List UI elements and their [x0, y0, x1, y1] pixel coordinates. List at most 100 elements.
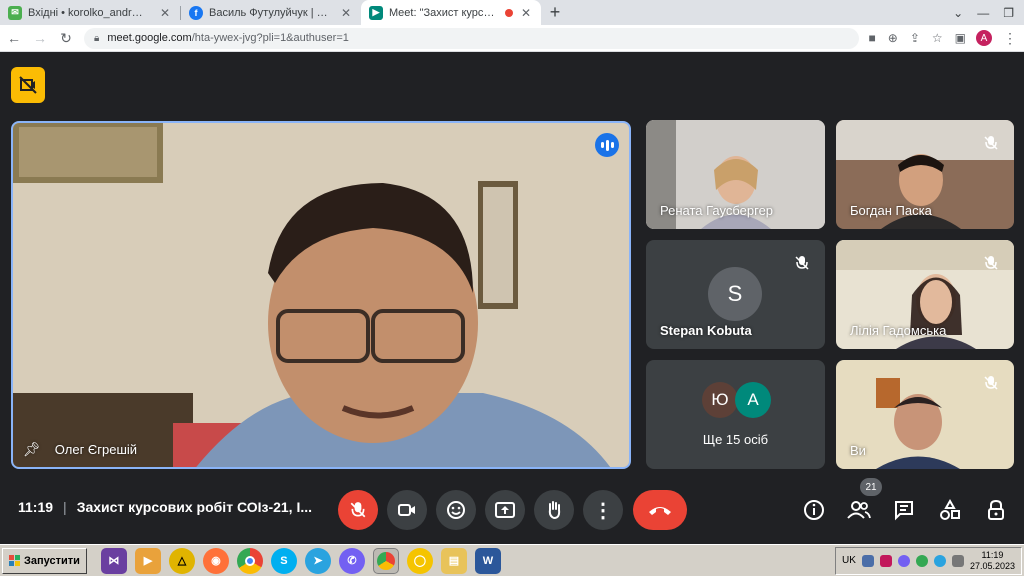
- shapes-icon: [940, 499, 960, 520]
- yellow-app-icon[interactable]: ◯: [406, 547, 433, 574]
- mic-off-icon: [978, 130, 1004, 156]
- people-button[interactable]: [847, 498, 871, 522]
- info-icon: [804, 500, 824, 520]
- os-taskbar: Запустити ⋈ ▶ △ ◉ S ➤ ✆ ◯ ▤ W UK 11:19 2…: [0, 544, 1024, 576]
- tab-facebook[interactable]: f Василь Футулуйчук | Facebook ✕: [181, 0, 361, 25]
- profile-avatar[interactable]: A: [976, 30, 992, 46]
- camera-toggle-button[interactable]: [387, 490, 427, 530]
- firefox-icon[interactable]: ◉: [202, 547, 229, 574]
- tab-mail[interactable]: ✉ Вхідні • korolko_andr@ukr.net ✕: [0, 0, 180, 25]
- bookmark-star-icon[interactable]: ☆: [932, 31, 943, 45]
- share-icon[interactable]: ⇪: [910, 31, 920, 45]
- archicad-icon[interactable]: △: [168, 547, 195, 574]
- pin-icon[interactable]: 📌︎: [23, 441, 41, 458]
- mic-off-icon: [350, 502, 366, 518]
- tab-search-icon[interactable]: ⌄: [953, 6, 963, 20]
- facebook-icon: f: [189, 5, 203, 20]
- tray-telegram-icon[interactable]: [933, 554, 946, 567]
- close-icon[interactable]: ✕: [339, 6, 353, 20]
- new-tab-button[interactable]: +: [541, 0, 569, 25]
- restore-icon[interactable]: ❐: [1003, 6, 1014, 20]
- back-icon[interactable]: ←: [6, 30, 22, 46]
- lock-person-icon: [988, 499, 1004, 520]
- visual-studio-icon[interactable]: ⋈: [100, 547, 127, 574]
- tray-app-icon[interactable]: [861, 554, 874, 567]
- minimize-icon[interactable]: —: [977, 6, 989, 20]
- zoom-icon[interactable]: ⊕: [888, 31, 898, 45]
- activities-button[interactable]: [938, 498, 962, 522]
- close-icon[interactable]: ✕: [158, 6, 172, 20]
- url-path: /hta-ywex-jvg?pli=1&authuser=1: [191, 32, 349, 44]
- camera-icon[interactable]: ■: [869, 31, 876, 45]
- participant-tile[interactable]: S Stepan Kobuta: [646, 240, 825, 349]
- chrome-icon[interactable]: [236, 547, 263, 574]
- chrome-active-icon[interactable]: [372, 547, 399, 574]
- more-participants-tile[interactable]: Ю А Ще 15 осіб: [646, 360, 825, 469]
- meeting-title: Захист курсових робіт СОІз-21, І...: [76, 499, 313, 515]
- people-icon: [847, 501, 871, 519]
- tray-volume-icon[interactable]: [951, 554, 964, 567]
- clock-time: 11:19: [981, 549, 1004, 560]
- speaking-indicator-icon: [595, 133, 619, 157]
- tray-app-icon[interactable]: [879, 554, 892, 567]
- leave-call-button[interactable]: [633, 490, 687, 530]
- tray-chrome-icon[interactable]: [915, 554, 928, 567]
- participant-name: Лілія Гадомська: [850, 323, 947, 338]
- mic-off-icon: [978, 250, 1004, 276]
- media-player-icon[interactable]: ▶: [134, 547, 161, 574]
- viber-icon[interactable]: ✆: [338, 547, 365, 574]
- file-manager-icon[interactable]: ▤: [440, 547, 467, 574]
- chat-icon: [895, 501, 913, 521]
- meeting-details-button[interactable]: [802, 498, 826, 522]
- participant-tile[interactable]: Лілія Гадомська: [836, 240, 1014, 349]
- windows-logo-icon: [9, 555, 20, 566]
- mic-toggle-button[interactable]: [338, 490, 378, 530]
- host-controls-button[interactable]: [984, 498, 1008, 522]
- language-indicator[interactable]: UK: [842, 555, 856, 566]
- start-label: Запустити: [24, 554, 80, 567]
- mic-off-icon: [789, 250, 815, 276]
- menu-kebab-icon[interactable]: ⋮: [1002, 30, 1018, 47]
- more-vert-icon: ⋮: [593, 499, 613, 522]
- reactions-button[interactable]: [436, 490, 476, 530]
- close-icon[interactable]: ✕: [519, 6, 533, 20]
- recording-icon: [505, 8, 513, 17]
- participant-tile[interactable]: Рената Гаусбергер: [646, 120, 825, 229]
- main-speaker-tile[interactable]: 📌︎ Олег Єгрешій: [11, 121, 631, 469]
- participant-name: Богдан Паска: [850, 203, 932, 218]
- sidebar-icon[interactable]: ▣: [955, 31, 966, 45]
- tab-meet[interactable]: ▶ Meet: "Захист курсових робі ✕: [361, 0, 541, 25]
- reload-icon[interactable]: ↻: [58, 30, 74, 47]
- telegram-icon[interactable]: ➤: [304, 547, 331, 574]
- hang-up-icon: [649, 507, 671, 515]
- participant-avatar: А: [735, 382, 771, 418]
- more-options-button[interactable]: ⋮: [583, 490, 623, 530]
- address-bar[interactable]: 🔒︎ meet.google.com/hta-ywex-jvg?pli=1&au…: [84, 27, 859, 49]
- emoji-icon: [447, 501, 465, 519]
- present-screen-button[interactable]: [485, 490, 525, 530]
- participant-name: Рената Гаусбергер: [660, 203, 774, 218]
- present-icon: [495, 502, 515, 518]
- system-tray: UK 11:19 27.05.2023: [835, 546, 1022, 575]
- mail-icon: ✉: [8, 5, 22, 20]
- chat-button[interactable]: [892, 498, 916, 522]
- start-button[interactable]: Запустити: [2, 547, 87, 574]
- tab-title: Meet: "Захист курсових робі: [389, 6, 499, 19]
- meet-icon: ▶: [369, 5, 383, 20]
- url-host: meet.google.com: [107, 32, 192, 44]
- video-camera-icon: [398, 504, 415, 516]
- skype-icon[interactable]: S: [270, 547, 297, 574]
- system-clock[interactable]: 11:19 27.05.2023: [970, 550, 1015, 572]
- tray-viber-icon[interactable]: [897, 554, 910, 567]
- raise-hand-button[interactable]: [534, 490, 574, 530]
- more-participants-label: Ще 15 осіб: [702, 432, 769, 447]
- no-video-badge-icon[interactable]: [11, 67, 45, 103]
- speaker-video: [13, 123, 629, 467]
- word-icon[interactable]: W: [474, 547, 501, 574]
- self-tile[interactable]: Ви: [836, 360, 1014, 469]
- hand-icon: [548, 501, 561, 520]
- forward-icon[interactable]: →: [32, 30, 48, 46]
- participant-count-badge: 21: [860, 478, 882, 496]
- participant-tile[interactable]: Богдан Паска: [836, 120, 1014, 229]
- meeting-control-bar: 11:19 | Захист курсових робіт СОІз-21, І…: [0, 478, 1024, 544]
